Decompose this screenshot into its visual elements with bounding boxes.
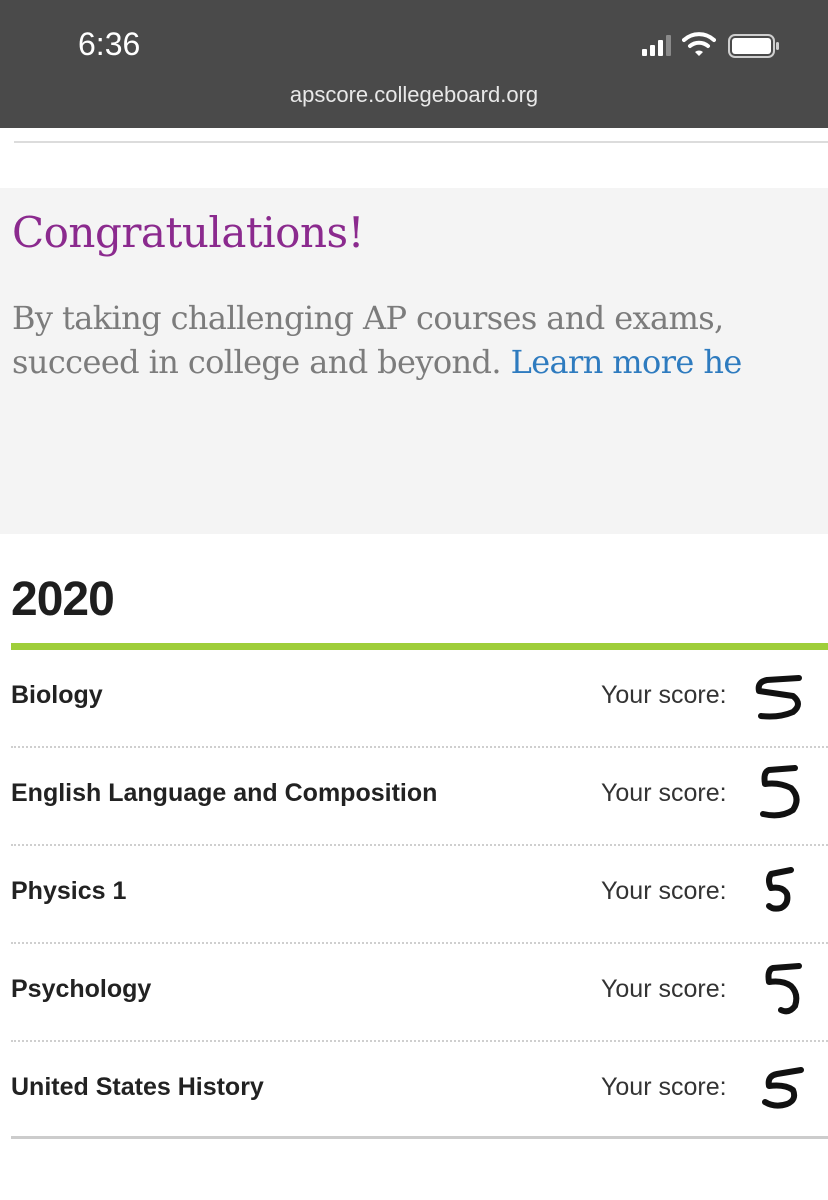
battery-icon xyxy=(728,34,779,58)
learn-more-link[interactable]: Learn more he xyxy=(511,343,743,381)
handwritten-score: 5 xyxy=(749,756,809,826)
subject-name: English Language and Composition xyxy=(11,779,438,807)
congratulations-line-2: succeed in college and beyond. Learn mor… xyxy=(12,340,828,384)
congratulations-line-2-text: succeed in college and beyond. xyxy=(12,343,511,381)
address-bar-url[interactable]: apscore.collegeboard.org xyxy=(0,82,828,108)
year-accent-bar xyxy=(11,643,828,650)
score-label: Your score: xyxy=(601,681,727,709)
score-label: Your score: xyxy=(601,1073,727,1101)
year-heading: 2020 xyxy=(11,573,115,626)
subject-name: Physics 1 xyxy=(11,877,127,905)
congratulations-line-1: By taking challenging AP courses and exa… xyxy=(12,299,724,337)
congratulations-heading: Congratulations! xyxy=(12,208,364,257)
handwritten-five-mark xyxy=(765,963,802,1015)
handwritten-five-mark xyxy=(760,765,800,819)
handwritten-score: 5 xyxy=(749,658,809,728)
score-label: Your score: xyxy=(601,877,727,905)
handwritten-score: 5 xyxy=(749,854,809,924)
subject-name: Psychology xyxy=(11,975,152,1003)
score-row-psychology: Psychology Your score: 5 xyxy=(11,944,828,1042)
header-divider xyxy=(14,141,828,143)
wifi-icon xyxy=(682,32,716,56)
subject-name: Biology xyxy=(11,681,103,709)
handwritten-five-mark xyxy=(766,867,794,912)
score-row-english-language: English Language and Composition Your sc… xyxy=(11,748,828,846)
handwritten-five-mark xyxy=(755,675,802,720)
congratulations-message: By taking challenging AP courses and exa… xyxy=(12,296,828,384)
score-label: Your score: xyxy=(601,975,727,1003)
signal-icon xyxy=(642,35,671,56)
congratulations-panel: Congratulations! By taking challenging A… xyxy=(0,188,828,534)
score-row-biology: Biology Your score: 5 xyxy=(11,650,828,748)
score-label: Your score: xyxy=(601,779,727,807)
page: 6:36 apscore.collegeboard.org Congratula… xyxy=(0,0,828,1200)
score-row-physics-1: Physics 1 Your score: 5 xyxy=(11,846,828,944)
browser-status-bar: 6:36 apscore.collegeboard.org xyxy=(0,0,828,128)
subject-name: United States History xyxy=(11,1073,264,1101)
handwritten-score: 5 xyxy=(749,952,809,1022)
handwritten-score: 5 xyxy=(749,1050,809,1120)
score-row-us-history: United States History Your score: 5 xyxy=(11,1042,828,1138)
score-list: Biology Your score: 5 English Language a… xyxy=(11,650,828,1138)
status-time: 6:36 xyxy=(78,26,141,62)
scores-bottom-divider xyxy=(11,1136,828,1139)
handwritten-five-mark xyxy=(762,1067,804,1109)
